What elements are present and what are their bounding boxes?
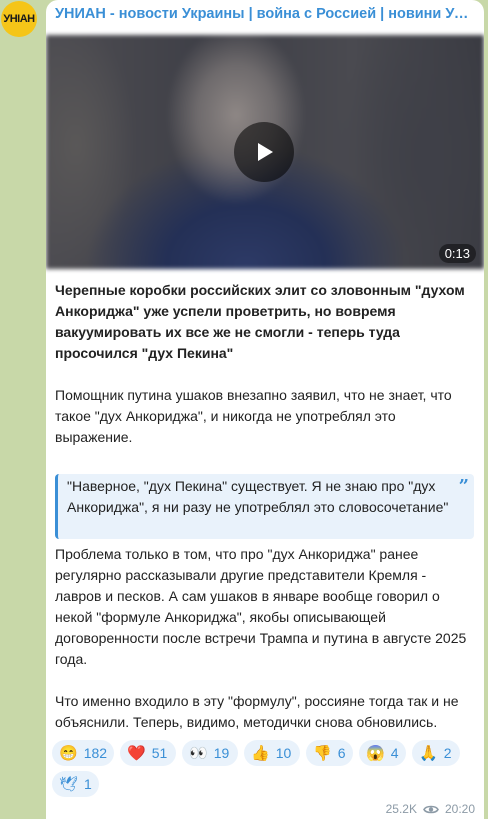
- reaction-heart[interactable]: ❤️ 51: [120, 740, 176, 766]
- reaction-scream[interactable]: 😱 4: [359, 740, 406, 766]
- reaction-count: 2: [443, 745, 452, 761]
- blockquote: "Наверное, "дух Пекина" существует. Я не…: [55, 474, 474, 539]
- reaction-pray[interactable]: 🙏 2: [412, 740, 460, 766]
- message-time: 20:20: [444, 802, 475, 816]
- reaction-count: 1: [84, 776, 92, 792]
- thumbs-down-icon: 👎: [313, 744, 332, 762]
- scream-icon: 😱: [366, 744, 385, 762]
- post-lead: Черепные коробки российских элит со злов…: [55, 282, 465, 361]
- reaction-count: 4: [390, 745, 399, 761]
- message-meta: 25.2K 20:20: [386, 802, 475, 816]
- play-icon: [258, 143, 273, 161]
- post-paragraph-2: Проблема только в том, что про "дух Анко…: [55, 546, 467, 667]
- eyes-icon: 👀: [189, 744, 208, 762]
- dove-icon: 🕊: [59, 775, 79, 793]
- view-count: 25.2K: [385, 802, 417, 816]
- channel-title[interactable]: УНИАН - новости Украины | война с Россие…: [55, 6, 475, 22]
- video-duration: 0:13: [438, 244, 476, 263]
- eye-icon: [423, 805, 439, 813]
- post-paragraph-1: Помощник путина ушаков внезапно заявил, …: [55, 387, 452, 445]
- thumbs-up-icon: 👍: [251, 744, 270, 762]
- reaction-count: 182: [83, 745, 108, 761]
- reaction-count: 10: [275, 745, 292, 761]
- reaction-thumbs-up[interactable]: 👍 10: [244, 740, 300, 766]
- reaction-grin[interactable]: 😁 182: [52, 740, 114, 766]
- message-bubble: УНИАН - новости Украины | война с Россие…: [46, 0, 484, 819]
- reaction-eyes[interactable]: 👀 19: [182, 740, 238, 766]
- reaction-count: 19: [213, 745, 230, 761]
- video-player[interactable]: 0:13: [46, 35, 484, 269]
- reaction-thumbs-down[interactable]: 👎 6: [306, 740, 353, 766]
- quote-text: "Наверное, "дух Пекина" существует. Я не…: [67, 478, 449, 515]
- post-paragraph-3: Что именно входило в эту "формулу", росс…: [55, 693, 459, 730]
- heart-icon: ❤️: [127, 744, 146, 762]
- play-button[interactable]: [234, 122, 294, 182]
- reaction-count: 51: [151, 745, 168, 761]
- reaction-count: 6: [337, 745, 346, 761]
- quote-icon: ”: [458, 476, 469, 497]
- pray-icon: 🙏: [419, 744, 438, 762]
- grin-icon: 😁: [59, 744, 78, 762]
- channel-avatar[interactable]: УНІАН: [1, 1, 37, 37]
- reaction-dove[interactable]: 🕊 1: [52, 771, 99, 797]
